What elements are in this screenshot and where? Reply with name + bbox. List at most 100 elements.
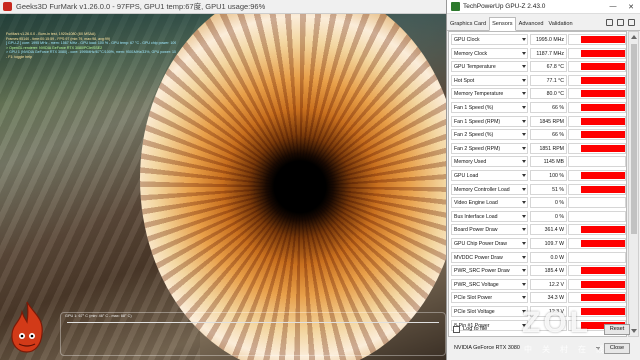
minimize-button[interactable]: — <box>604 3 622 10</box>
sensor-graph <box>568 183 626 195</box>
chevron-down-icon[interactable] <box>522 228 526 232</box>
sensor-graph <box>568 102 626 113</box>
gpu-select-dropdown[interactable]: NVIDIA GeForce RTX 3080 <box>452 343 602 354</box>
sensor-graph-fill <box>581 63 625 71</box>
temperature-graph-label: GPU 1: 67° C (min: 46° C - max: 68° C) <box>65 314 132 318</box>
sensor-name[interactable]: GPU Load <box>451 170 528 181</box>
sensor-graph <box>568 129 626 141</box>
furmark-logo-icon <box>11 301 43 353</box>
sensor-graph <box>568 210 626 222</box>
sensor-row: Memory Used 1145 MB <box>451 156 626 168</box>
camera-icon[interactable] <box>606 19 613 26</box>
sensor-name[interactable]: Fan 2 Speed (%) <box>451 129 528 141</box>
furmark-render-canvas: FurMark v1.26.0.0 - Burn-in test, 1920x1… <box>0 14 446 360</box>
close-button[interactable]: Close <box>604 343 630 354</box>
sensor-value: 1851 RPM <box>530 142 567 154</box>
sensor-name[interactable]: Memory Clock <box>451 47 528 59</box>
log-to-file-checkbox[interactable] <box>453 325 460 333</box>
chevron-down-icon[interactable] <box>522 119 526 123</box>
furmark-titlebar[interactable]: Geeks3D FurMark v1.26.0.0 - 97FPS, GPU1 … <box>0 0 446 14</box>
sensor-graph <box>568 292 626 304</box>
sensor-name[interactable]: Fan 2 Speed (RPM) <box>451 142 528 154</box>
gpuz-titlebar[interactable]: TechPowerUp GPU-Z 2.43.0 — ✕ <box>447 0 640 14</box>
chevron-down-icon[interactable] <box>522 296 526 300</box>
sensor-row: Memory Controller Load 51 % <box>451 183 626 196</box>
sensor-name[interactable]: Fan 1 Speed (%) <box>451 102 528 113</box>
gpuz-window: TechPowerUp GPU-Z 2.43.0 — ✕ Graphics Ca… <box>446 0 640 360</box>
sensor-graph-fill <box>581 76 625 84</box>
chevron-down-icon[interactable] <box>522 106 526 109</box>
sensor-name[interactable]: Fan 1 Speed (RPM) <box>451 115 528 127</box>
tab-sensors[interactable]: Sensors <box>489 17 516 31</box>
furmark-osd: FurMark v1.26.0.0 - Burn-in test, 1920x1… <box>6 32 176 60</box>
sensor-graph-fill <box>581 280 625 288</box>
sensor-name[interactable]: Board Power Draw <box>451 224 528 236</box>
sensor-name[interactable]: GPU Chip Power Draw <box>451 238 528 249</box>
chevron-down-icon[interactable] <box>522 78 526 82</box>
sensor-name[interactable]: PWR_SRC Power Draw <box>451 265 528 277</box>
chevron-down-icon[interactable] <box>522 255 526 259</box>
sensor-graph-fill <box>581 144 625 152</box>
sensor-graph-fill <box>581 185 625 193</box>
sensor-name[interactable]: MVDDC Power Draw <box>451 251 528 263</box>
sensor-value: 1845 RPM <box>530 115 567 127</box>
sensor-name[interactable]: Video Engine Load <box>451 197 528 209</box>
sensor-name[interactable]: PWR_SRC Voltage <box>451 278 528 290</box>
chevron-down-icon[interactable] <box>522 133 526 137</box>
chevron-down-icon[interactable] <box>522 65 526 69</box>
chevron-down-icon[interactable] <box>522 174 526 177</box>
sensor-value: 0 % <box>530 210 567 222</box>
refresh-icon[interactable] <box>617 19 624 26</box>
sensor-row: Fan 2 Speed (%) 66 % <box>451 129 626 141</box>
chevron-down-icon[interactable] <box>522 146 526 150</box>
sensor-name[interactable]: Memory Controller Load <box>451 183 528 195</box>
sensor-name[interactable]: PCIe Slot Voltage <box>451 306 528 317</box>
sensor-graph-fill <box>581 131 625 139</box>
chevron-down-icon[interactable] <box>522 282 526 286</box>
sensor-row: MVDDC Power Draw 0.0 W <box>451 251 626 264</box>
sensor-value: 185.4 W <box>530 265 567 277</box>
sensor-graph-fill <box>581 117 625 125</box>
scrollbar-thumb[interactable] <box>631 44 637 234</box>
tab-advanced[interactable]: Advanced <box>517 18 546 30</box>
tab-validation[interactable]: Validation <box>546 18 574 30</box>
sensor-name[interactable]: GPU Temperature <box>451 61 528 73</box>
sensor-name[interactable]: GPU Clock <box>451 34 528 45</box>
scroll-up-icon[interactable] <box>631 35 637 39</box>
sensor-graph <box>568 88 626 100</box>
chevron-down-icon[interactable] <box>522 201 526 205</box>
sensor-row: PWR_SRC Power Draw 185.4 W <box>451 265 626 277</box>
chevron-down-icon[interactable] <box>522 51 526 55</box>
sensor-graph-fill <box>581 90 625 98</box>
sensor-scrollbar[interactable] <box>628 31 639 337</box>
sensor-name[interactable]: Bus Interface Load <box>451 210 528 222</box>
sensor-row: PWR_SRC Voltage 12.2 V <box>451 278 626 291</box>
log-to-file-label: Log to file <box>463 326 488 332</box>
chevron-down-icon[interactable] <box>522 269 526 273</box>
furmark-window: Geeks3D FurMark v1.26.0.0 - 97FPS, GPU1 … <box>0 0 446 360</box>
sensor-graph <box>568 306 626 317</box>
sensor-name[interactable]: Hot Spot <box>451 74 528 86</box>
sensor-name[interactable]: Memory Temperature <box>451 88 528 100</box>
osd-line: - F1: toggle help <box>6 54 32 59</box>
chevron-down-icon[interactable] <box>522 38 526 41</box>
chevron-down-icon[interactable] <box>522 187 526 191</box>
sensor-graph <box>568 74 626 86</box>
tab-graphics-card[interactable]: Graphics Card <box>448 18 488 30</box>
reset-button[interactable]: Reset <box>604 324 630 335</box>
sensor-value: 1187.7 MHz <box>530 47 567 59</box>
sensor-graph-fill <box>581 172 625 179</box>
chevron-down-icon[interactable] <box>522 160 526 164</box>
close-window-button[interactable]: ✕ <box>622 3 640 11</box>
sensor-graph-fill <box>581 104 625 111</box>
chevron-down-icon[interactable] <box>522 310 526 313</box>
sensor-name[interactable]: PCIe Slot Power <box>451 292 528 304</box>
chevron-down-icon[interactable] <box>522 242 526 245</box>
menu-icon[interactable] <box>628 19 635 26</box>
sensor-graph <box>568 61 626 73</box>
sensor-graph <box>568 142 626 154</box>
sensor-name[interactable]: Memory Used <box>451 156 528 168</box>
chevron-down-icon[interactable] <box>522 214 526 218</box>
sensor-value: 34.3 W <box>530 292 567 304</box>
chevron-down-icon[interactable] <box>522 92 526 96</box>
